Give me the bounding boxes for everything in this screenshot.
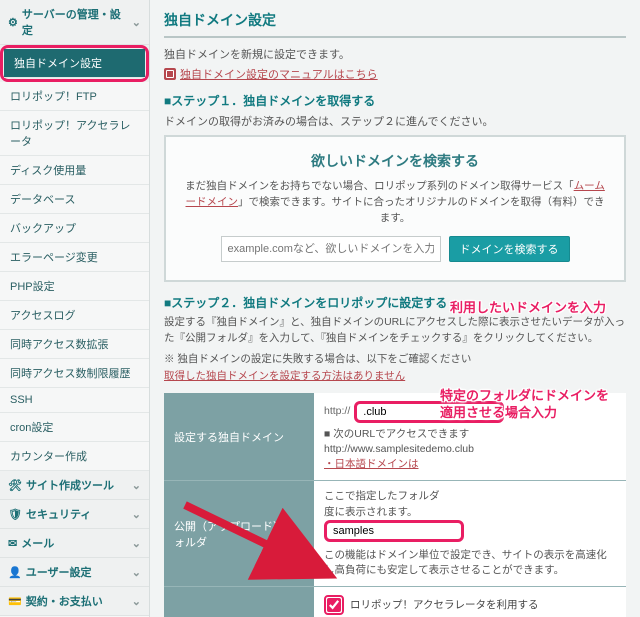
- chevron-down-icon: ⌄: [132, 479, 141, 492]
- domain-form: 設定する独自ドメイン http:// ■ 次のURLでアクセスできます http…: [164, 393, 626, 617]
- domain-input[interactable]: [354, 401, 504, 423]
- sidebar-item-disk[interactable]: ディスク使用量: [0, 156, 149, 185]
- domain-search-button[interactable]: ドメインを検索する: [449, 236, 570, 262]
- sidebar-item-accesslog[interactable]: アクセスログ: [0, 301, 149, 330]
- step2-heading: ■ステップ２．独自ドメインをロリポップに設定する: [164, 294, 626, 311]
- sidebar-cat-pay-label: 契約・お支払い: [26, 593, 103, 609]
- sidebar-cat-server-label: サーバーの管理・設定: [22, 6, 128, 38]
- sidebar-cat-mail-label: メール: [21, 535, 54, 551]
- chevron-down-icon: ⌄: [132, 508, 141, 521]
- chevron-down-icon: ⌄: [132, 566, 141, 579]
- sidebar-item-domain[interactable]: 独自ドメイン設定: [4, 49, 145, 78]
- search-desc-a: まだ独自ドメインをお持ちでない場合、ロリポップ系列のドメイン取得サービス「: [185, 180, 574, 192]
- sidebar-item-ftp[interactable]: ロリポップ！FTP: [0, 82, 149, 111]
- step2-warn-link[interactable]: 取得した独自ドメインを設定する方法はありません: [164, 370, 405, 382]
- sidebar-cat-mail[interactable]: ✉ メール ⌄: [0, 529, 149, 558]
- search-row: ドメインを検索する: [182, 236, 608, 262]
- search-desc-b: 」で検索できます。サイトに合ったオリジナルのドメインを取得（有料）できます。: [238, 196, 604, 224]
- jp-domain-link[interactable]: ・日本語ドメインは: [324, 458, 419, 470]
- sidebar-item-database[interactable]: データベース: [0, 185, 149, 214]
- domain-search-panel: 欲しいドメインを検索する まだ独自ドメインをお持ちでない場合、ロリポップ系列のド…: [164, 135, 626, 282]
- sidebar-cat-user-label: ユーザー設定: [26, 564, 92, 580]
- folder-input[interactable]: [324, 520, 464, 542]
- sidebar-item-counter[interactable]: カウンター作成: [0, 442, 149, 471]
- wrench-icon: 🛠: [8, 479, 22, 492]
- sidebar-item-ssh[interactable]: SSH: [0, 388, 149, 413]
- step1-note: ドメインの取得がお済みの場合は、ステップ２に進んでください。: [164, 113, 626, 129]
- sidebar-cat-security[interactable]: 🛡 セキュリティ ⌄: [0, 500, 149, 529]
- domain-search-input[interactable]: [221, 236, 441, 262]
- sidebar-item-php[interactable]: PHP設定: [0, 272, 149, 301]
- sidebar-cat-site-label: サイト作成ツール: [26, 477, 114, 493]
- shield-icon: 🛡: [8, 508, 22, 521]
- step2-desc: 設定する『独自ドメイン』と、独自ドメインのURLにアクセスした際に表示させたいデ…: [164, 315, 626, 347]
- step1-heading: ■ステップ１．独自ドメインを取得する: [164, 92, 626, 109]
- form-row-domain: 設定する独自ドメイン http:// ■ 次のURLでアクセスできます http…: [164, 393, 626, 482]
- card-icon: 💳: [8, 595, 22, 608]
- page-intro: 独自ドメインを新規に設定できます。: [164, 46, 626, 62]
- form-body-folder: ここで指定したフォルダ 度に表示されます。 この機能はドメイン単位で設定でき、サ…: [314, 481, 626, 586]
- sidebar-cat-pay[interactable]: 💳 契約・お支払い ⌄: [0, 587, 149, 616]
- form-row-accelerator: ロリポップ！アクセラレータの設定 ロリポップ！アクセラレータを利用する ロリポッ…: [164, 587, 626, 617]
- chevron-down-icon: ⌄: [132, 537, 141, 550]
- manual-link[interactable]: 独自ドメイン設定のマニュアルはこちら: [180, 66, 378, 82]
- manual-link-row: 独自ドメイン設定のマニュアルはこちら: [164, 66, 626, 82]
- checkbox-highlight: [324, 595, 344, 615]
- sidebar-item-accelerator[interactable]: ロリポップ！アクセラレータ: [0, 111, 149, 156]
- form-label-folder: 公開（アップロード）フォルダ: [164, 481, 314, 586]
- sidebar: ⚙ サーバーの管理・設定 ⌄ 独自ドメイン設定 ロリポップ！FTP ロリポップ！…: [0, 0, 150, 617]
- next-url-label: ■ 次のURLでアクセスできます: [324, 427, 616, 442]
- app-root: ⚙ サーバーの管理・設定 ⌄ 独自ドメイン設定 ロリポップ！FTP ロリポップ！…: [0, 0, 640, 617]
- mail-icon: ✉: [8, 537, 17, 550]
- sidebar-highlight-domain: 独自ドメイン設定: [0, 45, 149, 82]
- chevron-down-icon: ⌄: [132, 595, 141, 608]
- form-label-domain: 設定する独自ドメイン: [164, 393, 314, 481]
- accelerator-checkbox-label: ロリポップ！アクセラレータを利用する: [350, 598, 538, 613]
- sidebar-cat-security-label: セキュリティ: [26, 506, 91, 522]
- sidebar-item-errorpage[interactable]: エラーページ変更: [0, 243, 149, 272]
- form-row-folder: 公開（アップロード）フォルダ ここで指定したフォルダ 度に表示されます。 この機…: [164, 481, 626, 587]
- sidebar-item-concurrent-hist[interactable]: 同時アクセス数制限履歴: [0, 359, 149, 388]
- folder-note-a: ここで指定したフォルダ: [324, 490, 440, 502]
- form-label-accelerator: ロリポップ！アクセラレータの設定: [164, 587, 314, 617]
- sidebar-cat-server[interactable]: ⚙ サーバーの管理・設定 ⌄: [0, 0, 149, 45]
- step2-warn: ※ 独自ドメインの設定に失敗する場合は、以下をご確認ください: [164, 351, 626, 366]
- chevron-down-icon: ⌄: [132, 16, 141, 29]
- user-icon: 👤: [8, 566, 22, 579]
- gear-icon: ⚙: [8, 16, 18, 29]
- search-panel-title: 欲しいドメインを検索する: [182, 151, 608, 171]
- sidebar-item-concurrent-ext[interactable]: 同時アクセス数拡張: [0, 330, 149, 359]
- search-panel-desc: まだ独自ドメインをお持ちでない場合、ロリポップ系列のドメイン取得サービス「ムーム…: [182, 179, 608, 226]
- sidebar-cat-site[interactable]: 🛠 サイト作成ツール ⌄: [0, 471, 149, 500]
- sidebar-cat-user[interactable]: 👤 ユーザー設定 ⌄: [0, 558, 149, 587]
- doc-icon: [164, 68, 176, 80]
- sidebar-item-backup[interactable]: バックアップ: [0, 214, 149, 243]
- next-url-value: http://www.samplesitedemo.club: [324, 442, 616, 457]
- folder-note-b: 度に表示されます。: [324, 506, 417, 518]
- form-body-domain: http:// ■ 次のURLでアクセスできます http://www.samp…: [314, 393, 626, 481]
- accelerator-checkbox-row[interactable]: ロリポップ！アクセラレータを利用する: [324, 595, 616, 615]
- accelerator-checkbox[interactable]: [327, 598, 341, 612]
- page-title: 独自ドメイン設定: [164, 10, 626, 38]
- form-body-accelerator: ロリポップ！アクセラレータを利用する ロリポップ！アクセラレータについて詳しくは…: [314, 587, 626, 617]
- proto-label: http://: [324, 404, 350, 419]
- sidebar-item-cron[interactable]: cron設定: [0, 413, 149, 442]
- main-content: 独自ドメイン設定 独自ドメインを新規に設定できます。 独自ドメイン設定のマニュア…: [150, 0, 640, 617]
- folder-note2: この機能はドメイン単位で設定でき、サイトの表示を高速化し高負荷にも安定して表示さ…: [324, 548, 616, 578]
